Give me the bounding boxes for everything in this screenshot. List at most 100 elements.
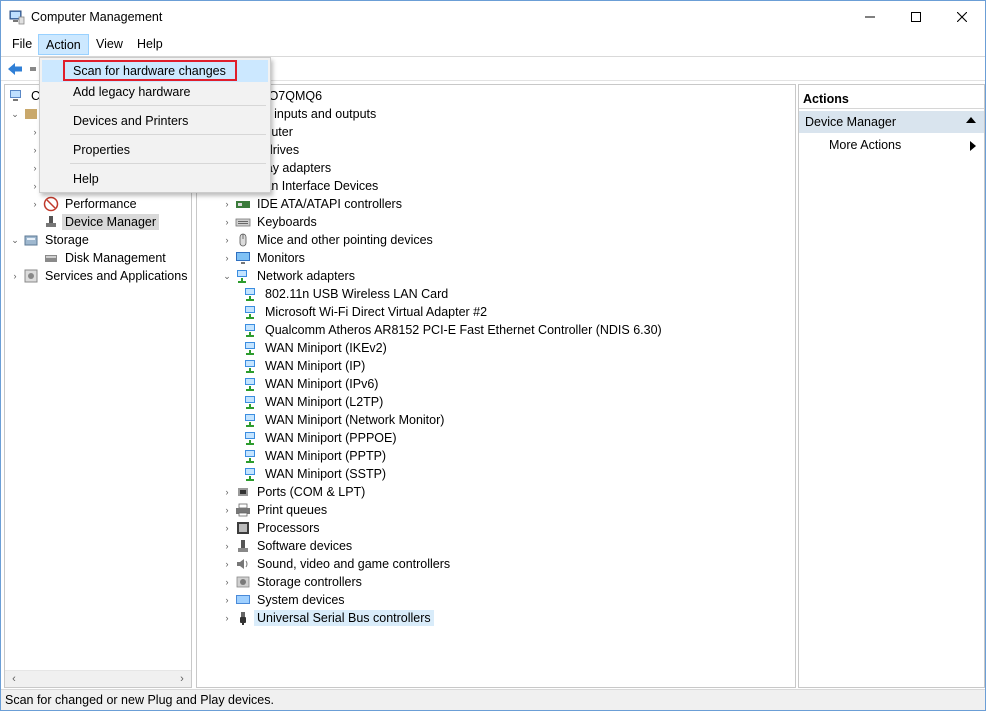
network-adapter-item[interactable]: Qualcomm Atheros AR8152 PCI-E Fast Ether… — [241, 321, 665, 339]
network-icon — [245, 360, 255, 373]
device-category[interactable]: › Keyboards — [221, 213, 320, 231]
network-icon — [245, 342, 255, 355]
network-icon — [245, 432, 255, 445]
system-tools-icon — [25, 109, 37, 119]
device-tree-label: WAN Miniport (IPv6) — [265, 377, 379, 391]
menu-scan-hardware-changes[interactable]: Scan for hardware changes — [42, 60, 268, 82]
scroll-left-icon[interactable]: ‹ — [7, 673, 21, 686]
device-category[interactable]: › Sound, video and game controllers — [221, 555, 453, 573]
chevron-right-icon[interactable]: › — [221, 249, 233, 267]
menu-action[interactable]: Action — [38, 34, 89, 55]
maximize-button[interactable] — [893, 1, 939, 33]
computer-management-icon — [9, 10, 25, 25]
menu-file[interactable]: File — [5, 34, 39, 55]
tree-disk-management[interactable]: Disk Management — [41, 249, 169, 267]
menu-view[interactable]: View — [89, 34, 130, 55]
window-title: Computer Management — [31, 10, 163, 24]
network-adapter-item[interactable]: WAN Miniport (L2TP) — [241, 393, 386, 411]
chevron-down-icon[interactable]: ⌄ — [221, 267, 233, 285]
device-tree-label: WAN Miniport (PPPOE) — [265, 431, 397, 445]
device-category[interactable]: › Ports (COM & LPT) — [221, 483, 368, 501]
chevron-right-icon[interactable]: › — [221, 573, 233, 591]
network-adapter-item[interactable]: WAN Miniport (IKEv2) — [241, 339, 390, 357]
menu-devices-and-printers[interactable]: Devices and Printers — [42, 110, 268, 132]
device-category[interactable]: › Software devices — [221, 537, 355, 555]
menu-add-legacy-hardware[interactable]: Add legacy hardware — [42, 81, 268, 103]
collapse-up-icon[interactable] — [966, 117, 976, 123]
close-icon — [957, 12, 967, 22]
close-button[interactable] — [939, 1, 985, 33]
tree-root[interactable]: C — [7, 87, 43, 105]
back-arrow-icon[interactable] — [6, 60, 24, 78]
device-category[interactable]: › Mice and other pointing devices — [221, 231, 436, 249]
chevron-right-icon[interactable]: › — [221, 591, 233, 609]
more-actions-item[interactable]: More Actions — [799, 135, 984, 155]
network-adapter-item[interactable]: WAN Miniport (IPv6) — [241, 375, 381, 393]
device-tree-label: Print queues — [257, 503, 328, 517]
ide-icon — [236, 201, 250, 208]
chevron-down-icon[interactable]: ⌄ — [9, 105, 21, 123]
minimize-icon — [865, 16, 875, 18]
network-adapter-item[interactable]: WAN Miniport (IP) — [241, 357, 368, 375]
device-tree-label: Universal Serial Bus controllers — [254, 610, 434, 626]
tree-label: Device Manager — [62, 214, 160, 230]
action-menu-dropdown: Scan for hardware changes Add legacy har… — [39, 57, 271, 193]
device-category[interactable]: › Monitors — [221, 249, 308, 267]
device-category[interactable]: › System devices — [221, 591, 348, 609]
network-adapter-item[interactable]: WAN Miniport (PPPOE) — [241, 429, 400, 447]
tree-device-manager[interactable]: Device Manager — [41, 213, 160, 231]
menu-properties[interactable]: Properties — [42, 139, 268, 161]
tree-label: Services and Applications — [45, 269, 188, 283]
processor-icon — [237, 522, 249, 534]
network-adapter-item[interactable]: WAN Miniport (PPTP) — [241, 447, 389, 465]
network-icon — [245, 414, 255, 427]
actions-section-device-manager[interactable]: Device Manager — [799, 111, 984, 133]
device-category[interactable]: › Processors — [221, 519, 323, 537]
chevron-right-icon[interactable]: › — [221, 213, 233, 231]
chevron-right-icon[interactable]: › — [221, 195, 233, 213]
device-tree-label: WAN Miniport (IKEv2) — [265, 341, 387, 355]
chevron-right-icon[interactable]: › — [221, 231, 233, 249]
title-bar: Computer Management — [1, 1, 985, 33]
device-category[interactable]: › Print queues — [221, 501, 330, 519]
chevron-right-icon[interactable]: › — [221, 537, 233, 555]
storage-icon — [24, 235, 38, 246]
network-icon — [245, 378, 255, 391]
chevron-right-icon[interactable]: › — [221, 609, 233, 627]
device-tree: TOP-6O7QMQ6udio inputs and outputsompute… — [196, 84, 796, 688]
minimize-button[interactable] — [847, 1, 893, 33]
network-adapter-item[interactable]: Microsoft Wi-Fi Direct Virtual Adapter #… — [241, 303, 490, 321]
actions-pane: Actions Device Manager More Actions — [798, 84, 985, 688]
tree-label: Storage — [45, 233, 89, 247]
horizontal-scrollbar[interactable]: ‹ › — [5, 670, 191, 687]
tree-performance[interactable]: › Performance — [29, 195, 140, 213]
network-adapter-item[interactable]: WAN Miniport (SSTP) — [241, 465, 389, 483]
menu-action-help[interactable]: Help — [42, 168, 268, 190]
device-category[interactable]: ⌄ Network adapters — [221, 267, 358, 285]
chevron-right-icon[interactable]: › — [29, 195, 41, 213]
chevron-down-icon[interactable]: ⌄ — [9, 231, 21, 249]
tree-services-applications[interactable]: › Services and Applications — [9, 267, 190, 285]
device-category[interactable]: › Universal Serial Bus controllers — [221, 609, 434, 627]
device-tree-label: Monitors — [257, 251, 305, 265]
computer-management-icon — [10, 90, 21, 101]
chevron-right-icon[interactable]: › — [9, 267, 21, 285]
chevron-right-icon[interactable]: › — [221, 483, 233, 501]
network-adapter-item[interactable]: WAN Miniport (Network Monitor) — [241, 411, 447, 429]
device-category[interactable]: › Storage controllers — [221, 573, 365, 591]
tree-storage[interactable]: ⌄ Storage — [9, 231, 92, 249]
device-category[interactable]: › IDE ATA/ATAPI controllers — [221, 195, 405, 213]
scroll-right-icon[interactable]: › — [175, 673, 189, 686]
chevron-right-icon[interactable]: › — [221, 519, 233, 537]
network-icon — [245, 306, 255, 319]
chevron-right-icon[interactable]: › — [221, 501, 233, 519]
tree-system-tools[interactable]: ⌄ — [9, 105, 42, 123]
menu-help[interactable]: Help — [130, 34, 170, 55]
network-adapter-item[interactable]: 802.11n USB Wireless LAN Card — [241, 285, 451, 303]
device-manager-icon — [46, 216, 56, 227]
usb-icon — [240, 612, 246, 625]
port-icon — [238, 488, 248, 496]
chevron-right-icon[interactable]: › — [221, 555, 233, 573]
device-tree-label: Processors — [257, 521, 320, 535]
actions-section-label: Device Manager — [805, 115, 897, 129]
